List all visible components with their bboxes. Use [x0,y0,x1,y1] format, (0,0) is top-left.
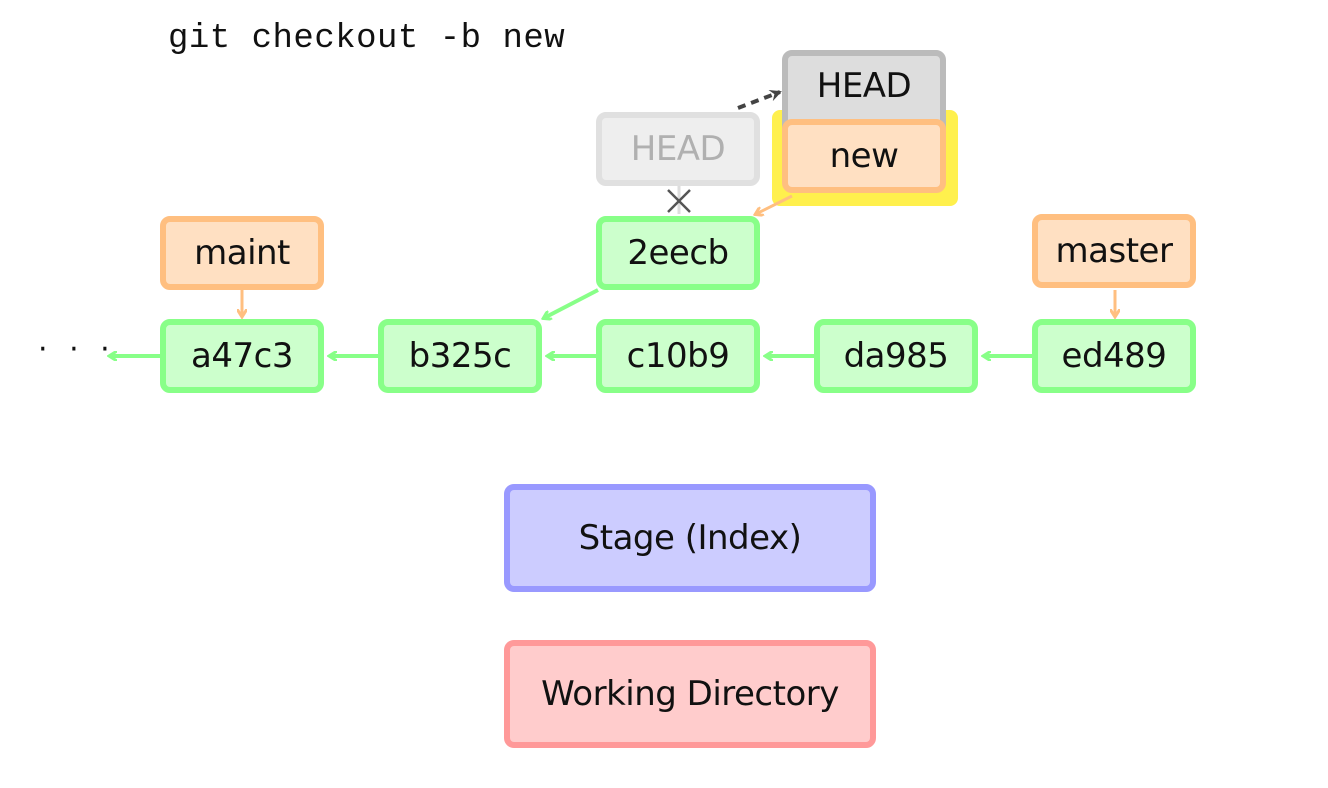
branch-master[interactable]: master [1032,214,1196,288]
commit-c10b9[interactable]: c10b9 [596,319,760,393]
commit-2eecb[interactable]: 2eecb [596,216,760,290]
commit-b325c[interactable]: b325c [378,319,542,393]
branch-new[interactable]: new [782,119,946,193]
branch-maint[interactable]: maint [160,216,324,290]
working-directory-area[interactable]: Working Directory [504,640,876,748]
arrow-2eecb-to-b325c [544,288,599,318]
commit-a47c3[interactable]: a47c3 [160,319,324,393]
commit-da985[interactable]: da985 [814,319,978,393]
commit-ed489[interactable]: ed489 [1032,319,1196,393]
arrow-head-moved [737,89,782,110]
head-old-ref: HEAD [596,112,760,186]
arrow-new-to-2eecb [756,194,793,214]
stage-index-area[interactable]: Stage (Index) [504,484,876,592]
history-ellipsis: · · · [38,332,116,367]
